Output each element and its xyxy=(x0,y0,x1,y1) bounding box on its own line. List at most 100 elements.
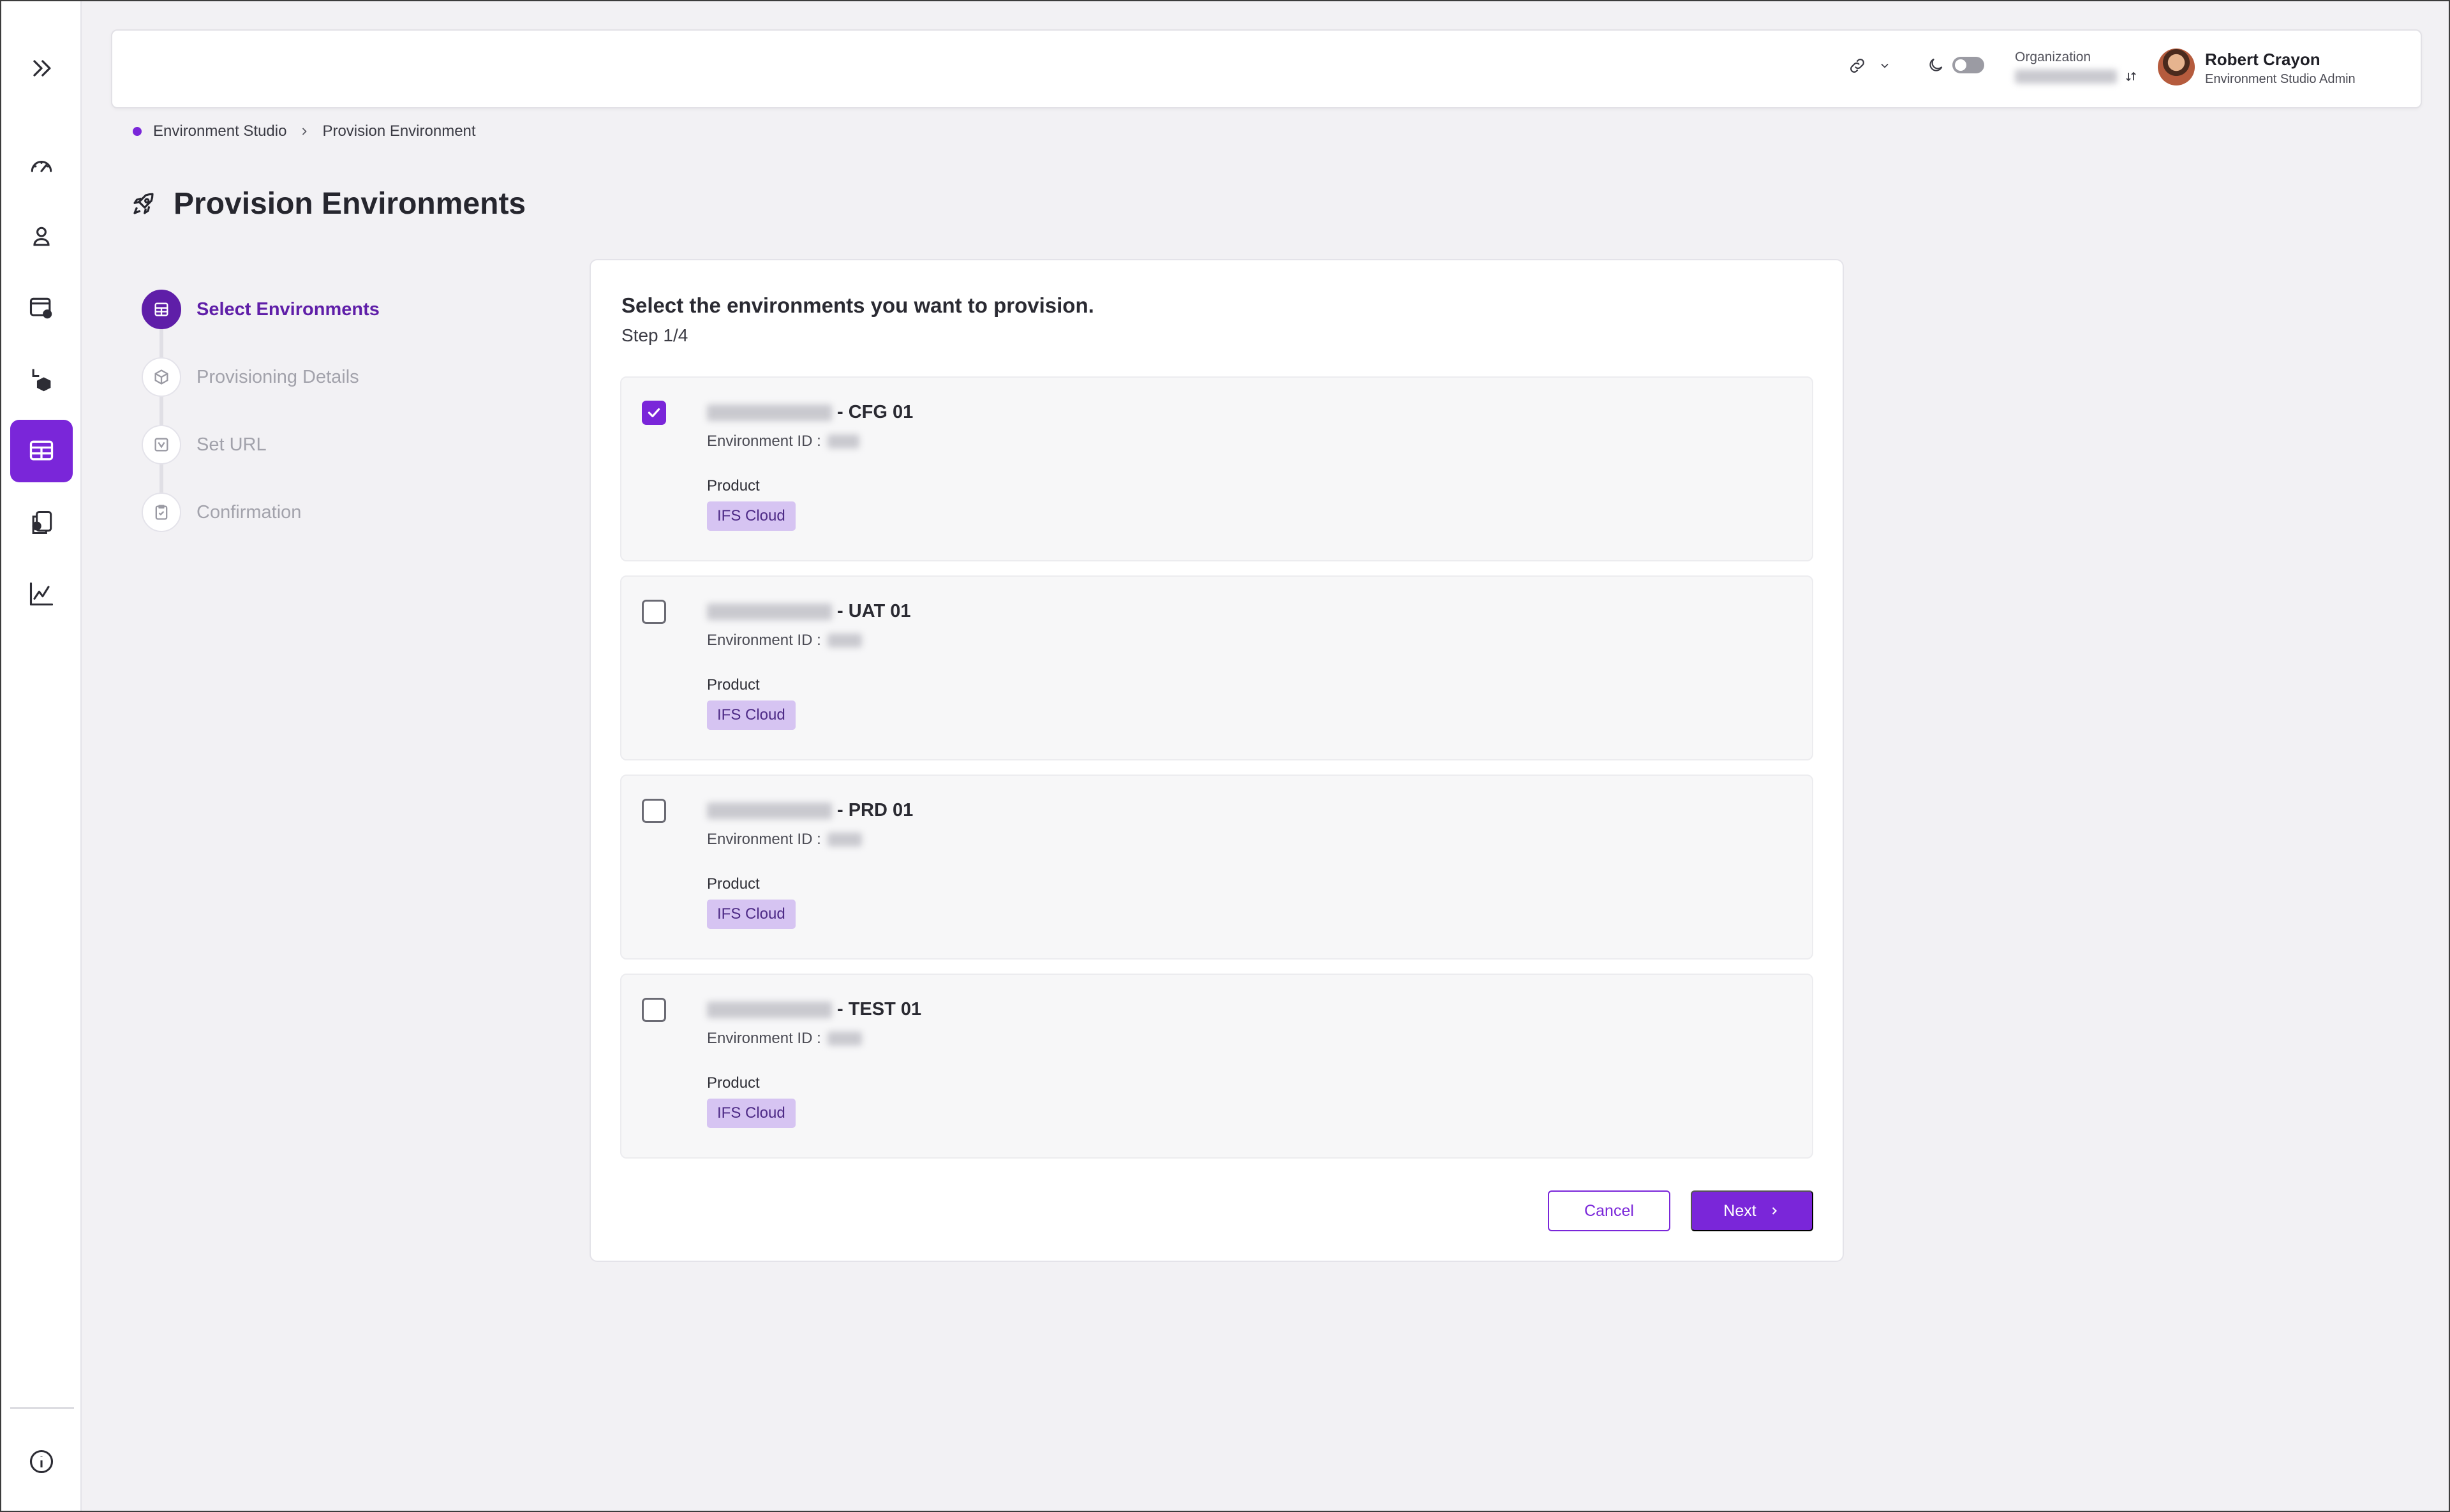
sidebar-item-app-settings[interactable] xyxy=(10,277,73,339)
sidebar-item-analytics[interactable] xyxy=(10,563,73,625)
step-circle xyxy=(142,425,181,464)
sort-arrows-icon xyxy=(2126,71,2136,82)
chevron-right-icon xyxy=(302,128,308,135)
environment-checkbox[interactable] xyxy=(642,998,666,1022)
checkmark-icon xyxy=(648,408,660,418)
user-icon xyxy=(33,226,50,246)
url-icon xyxy=(154,438,168,452)
environment-item-cfg[interactable]: - CFG 01 Environment ID : Product IFS Cl… xyxy=(620,376,1813,561)
window-gear-icon xyxy=(29,297,52,319)
top-header: Organization Robert Crayon Environment S… xyxy=(111,29,2422,108)
document-copy-icon xyxy=(32,510,52,535)
page-header: Provision Environments xyxy=(130,186,526,221)
theme-switch[interactable] xyxy=(1952,57,1984,73)
environment-id: Environment ID : xyxy=(707,433,859,450)
cube-arrow-icon xyxy=(32,369,51,392)
product-label: Product xyxy=(707,477,760,494)
environment-name-suffix: - TEST 01 xyxy=(837,999,922,1019)
info-icon xyxy=(29,1449,54,1474)
sidebar-item-deployments[interactable] xyxy=(10,348,73,411)
step-circle xyxy=(142,357,181,397)
step-label: Set URL xyxy=(197,434,267,455)
next-button[interactable]: Next xyxy=(1691,1190,1813,1231)
sidebar-item-dashboard[interactable] xyxy=(10,134,73,196)
product-badge: IFS Cloud xyxy=(707,1099,796,1128)
dark-mode-toggle[interactable] xyxy=(1927,56,1984,74)
environment-name-redacted xyxy=(707,1001,832,1018)
moon-icon xyxy=(1929,58,1943,71)
cancel-button[interactable]: Cancel xyxy=(1548,1190,1670,1231)
card-title: Select the environments you want to prov… xyxy=(621,293,1094,317)
product-label: Product xyxy=(707,676,760,693)
step-circle xyxy=(142,290,181,329)
environment-name: - TEST 01 xyxy=(707,999,921,1020)
environment-id-label: Environment ID : xyxy=(707,632,821,649)
environment-name-redacted xyxy=(707,802,832,819)
page-title: Provision Environments xyxy=(174,187,526,221)
sidebar-item-users[interactable] xyxy=(10,205,73,268)
environment-item-test[interactable]: - TEST 01 Environment ID : Product IFS C… xyxy=(620,974,1813,1159)
step-confirmation[interactable]: Confirmation xyxy=(142,493,301,532)
breadcrumb-provision-environment: Provision Environment xyxy=(322,122,476,140)
sidebar-divider xyxy=(10,1407,74,1409)
environment-id: Environment ID : xyxy=(707,632,862,649)
environment-id-label: Environment ID : xyxy=(707,1030,821,1047)
environment-name: - PRD 01 xyxy=(707,800,913,821)
product-badge: IFS Cloud xyxy=(707,900,796,929)
user-role: Environment Studio Admin xyxy=(2205,72,2356,86)
environment-name-suffix: - CFG 01 xyxy=(837,402,914,422)
environment-name-suffix: - UAT 01 xyxy=(837,601,911,621)
table-grid-icon xyxy=(29,440,54,461)
chevron-right-icon xyxy=(1772,1207,1777,1215)
environment-id-redacted xyxy=(827,634,862,648)
expand-sidebar-button[interactable] xyxy=(10,37,73,100)
avatar[interactable] xyxy=(2158,48,2195,85)
user-info[interactable]: Robert Crayon Environment Studio Admin xyxy=(2205,50,2356,87)
environment-id-redacted xyxy=(827,833,862,847)
step-circle xyxy=(142,493,181,532)
breadcrumb-dot xyxy=(133,127,142,136)
product-badge: IFS Cloud xyxy=(707,501,796,531)
step-indicator: Step 1/4 xyxy=(621,325,688,345)
double-chevron-right-icon xyxy=(33,60,51,77)
environment-checkbox[interactable] xyxy=(642,600,666,624)
step-label: Select Environments xyxy=(197,299,380,320)
user-name: Robert Crayon xyxy=(2205,50,2320,69)
environment-id: Environment ID : xyxy=(707,831,862,849)
table-icon xyxy=(154,302,168,316)
environment-item-uat[interactable]: - UAT 01 Environment ID : Product IFS Cl… xyxy=(620,575,1813,760)
rocket-icon xyxy=(133,193,154,214)
step-label: Confirmation xyxy=(197,501,302,523)
environment-checkbox[interactable] xyxy=(642,401,666,425)
product-label: Product xyxy=(707,875,760,893)
environment-id: Environment ID : xyxy=(707,1030,862,1048)
product-badge: IFS Cloud xyxy=(707,700,796,730)
info-button[interactable] xyxy=(10,1430,73,1493)
link-menu-button[interactable] xyxy=(1848,56,1891,75)
cube-icon xyxy=(154,369,168,385)
step-set-url[interactable]: Set URL xyxy=(142,425,267,464)
breadcrumb: Environment Studio Provision Environment xyxy=(133,122,476,140)
organization-label: Organization xyxy=(2015,50,2091,64)
breadcrumb-environment-studio[interactable]: Environment Studio xyxy=(153,122,286,140)
step-select-environments[interactable]: Select Environments xyxy=(142,290,380,329)
environment-id-redacted xyxy=(827,434,859,448)
environment-name-redacted xyxy=(707,404,832,421)
step-provisioning-details[interactable]: Provisioning Details xyxy=(142,357,359,397)
organization-name-redacted xyxy=(2015,70,2117,84)
step-label: Provisioning Details xyxy=(197,366,359,387)
environment-checkbox[interactable] xyxy=(642,799,666,823)
line-chart-icon xyxy=(29,582,54,606)
next-button-label: Next xyxy=(1723,1201,1756,1220)
environment-item-prd[interactable]: - PRD 01 Environment ID : Product IFS Cl… xyxy=(620,775,1813,960)
clipboard-check-icon xyxy=(155,505,168,520)
environment-id-label: Environment ID : xyxy=(707,831,821,848)
sidebar-item-environment-studio[interactable] xyxy=(10,420,73,482)
sidebar-item-documents[interactable] xyxy=(10,491,73,554)
environment-id-label: Environment ID : xyxy=(707,433,821,450)
sidebar-rail xyxy=(1,1,82,1511)
product-label: Product xyxy=(707,1074,760,1092)
speedometer-icon xyxy=(31,160,52,172)
organization-selector[interactable]: Organization xyxy=(2015,50,2139,84)
environment-name: - UAT 01 xyxy=(707,601,910,622)
